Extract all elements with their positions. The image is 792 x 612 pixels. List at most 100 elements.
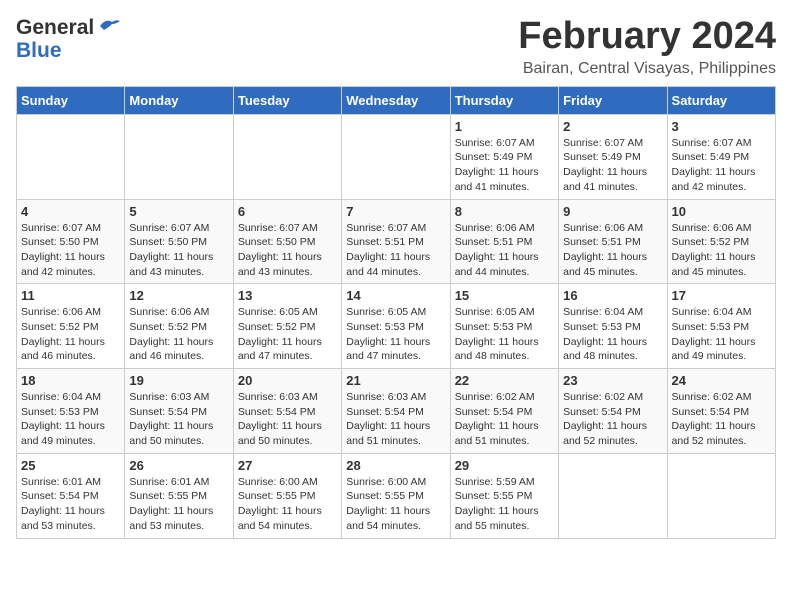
day-number: 12: [129, 288, 228, 303]
table-row: 18 Sunrise: 6:04 AM Sunset: 5:53 PM Dayli…: [17, 369, 125, 454]
day-info: Sunrise: 6:05 AM Sunset: 5:53 PM Dayligh…: [346, 305, 445, 364]
day-info: Sunrise: 6:06 AM Sunset: 5:52 PM Dayligh…: [129, 305, 228, 364]
day-number: 16: [563, 288, 662, 303]
day-info: Sunrise: 6:05 AM Sunset: 5:52 PM Dayligh…: [238, 305, 337, 364]
day-number: 25: [21, 458, 120, 473]
table-row: 15 Sunrise: 6:05 AM Sunset: 5:53 PM Dayli…: [450, 284, 558, 369]
day-info: Sunrise: 6:01 AM Sunset: 5:54 PM Dayligh…: [21, 475, 120, 534]
month-title: February 2024: [518, 16, 776, 58]
calendar-table: Sunday Monday Tuesday Wednesday Thursday…: [16, 86, 776, 539]
table-row: 14 Sunrise: 6:05 AM Sunset: 5:53 PM Dayli…: [342, 284, 450, 369]
col-monday: Monday: [125, 86, 233, 114]
day-number: 14: [346, 288, 445, 303]
day-number: 3: [672, 119, 771, 134]
table-row: 1 Sunrise: 6:07 AM Sunset: 5:49 PM Daylig…: [450, 114, 558, 199]
table-row: [667, 453, 775, 538]
table-row: [559, 453, 667, 538]
day-number: 2: [563, 119, 662, 134]
table-row: [17, 114, 125, 199]
day-number: 8: [455, 204, 554, 219]
day-info: Sunrise: 6:07 AM Sunset: 5:50 PM Dayligh…: [21, 221, 120, 280]
day-number: 11: [21, 288, 120, 303]
day-number: 24: [672, 373, 771, 388]
table-row: 24 Sunrise: 6:02 AM Sunset: 5:54 PM Dayli…: [667, 369, 775, 454]
table-row: 5Sunrise: 6:07 AM Sunset: 5:50 PM Daylig…: [125, 199, 233, 284]
table-row: 27 Sunrise: 6:00 AM Sunset: 5:55 PM Dayli…: [233, 453, 341, 538]
day-info: Sunrise: 6:06 AM Sunset: 5:51 PM Dayligh…: [563, 221, 662, 280]
day-number: 1: [455, 119, 554, 134]
table-row: 21Sunrise: 6:03 AM Sunset: 5:54 PM Dayli…: [342, 369, 450, 454]
table-row: 11 Sunrise: 6:06 AM Sunset: 5:52 PM Dayli…: [17, 284, 125, 369]
table-row: 19 Sunrise: 6:03 AM Sunset: 5:54 PM Dayli…: [125, 369, 233, 454]
calendar-week-row: 11 Sunrise: 6:06 AM Sunset: 5:52 PM Dayli…: [17, 284, 776, 369]
day-number: 23: [563, 373, 662, 388]
day-info: Sunrise: 6:02 AM Sunset: 5:54 PM Dayligh…: [672, 390, 771, 449]
table-row: 10Sunrise: 6:06 AM Sunset: 5:52 PM Dayli…: [667, 199, 775, 284]
day-info: Sunrise: 6:07 AM Sunset: 5:49 PM Dayligh…: [672, 136, 771, 195]
day-number: 15: [455, 288, 554, 303]
day-info: Sunrise: 6:06 AM Sunset: 5:52 PM Dayligh…: [21, 305, 120, 364]
table-row: 29 Sunrise: 5:59 AM Sunset: 5:55 PM Dayli…: [450, 453, 558, 538]
calendar-week-row: 1 Sunrise: 6:07 AM Sunset: 5:49 PM Daylig…: [17, 114, 776, 199]
day-info: Sunrise: 6:06 AM Sunset: 5:51 PM Dayligh…: [455, 221, 554, 280]
col-wednesday: Wednesday: [342, 86, 450, 114]
page-header: General Blue February 2024 Bairan, Centr…: [16, 16, 776, 78]
day-info: Sunrise: 5:59 AM Sunset: 5:55 PM Dayligh…: [455, 475, 554, 534]
table-row: 16 Sunrise: 6:04 AM Sunset: 5:53 PM Dayli…: [559, 284, 667, 369]
day-number: 22: [455, 373, 554, 388]
day-info: Sunrise: 6:01 AM Sunset: 5:55 PM Dayligh…: [129, 475, 228, 534]
day-number: 29: [455, 458, 554, 473]
calendar-week-row: 25 Sunrise: 6:01 AM Sunset: 5:54 PM Dayli…: [17, 453, 776, 538]
day-info: Sunrise: 6:04 AM Sunset: 5:53 PM Dayligh…: [672, 305, 771, 364]
day-number: 7: [346, 204, 445, 219]
day-number: 20: [238, 373, 337, 388]
day-info: Sunrise: 6:07 AM Sunset: 5:49 PM Dayligh…: [563, 136, 662, 195]
day-number: 18: [21, 373, 120, 388]
day-number: 4: [21, 204, 120, 219]
table-row: 8 Sunrise: 6:06 AM Sunset: 5:51 PM Daylig…: [450, 199, 558, 284]
table-row: [233, 114, 341, 199]
table-row: 23Sunrise: 6:02 AM Sunset: 5:54 PM Dayli…: [559, 369, 667, 454]
day-number: 26: [129, 458, 228, 473]
day-info: Sunrise: 6:02 AM Sunset: 5:54 PM Dayligh…: [455, 390, 554, 449]
table-row: 6 Sunrise: 6:07 AM Sunset: 5:50 PM Daylig…: [233, 199, 341, 284]
day-info: Sunrise: 6:07 AM Sunset: 5:49 PM Dayligh…: [455, 136, 554, 195]
day-info: Sunrise: 6:03 AM Sunset: 5:54 PM Dayligh…: [129, 390, 228, 449]
table-row: 2 Sunrise: 6:07 AM Sunset: 5:49 PM Daylig…: [559, 114, 667, 199]
day-number: 9: [563, 204, 662, 219]
col-saturday: Saturday: [667, 86, 775, 114]
day-info: Sunrise: 6:07 AM Sunset: 5:51 PM Dayligh…: [346, 221, 445, 280]
table-row: 22 Sunrise: 6:02 AM Sunset: 5:54 PM Dayli…: [450, 369, 558, 454]
table-row: 28Sunrise: 6:00 AM Sunset: 5:55 PM Dayli…: [342, 453, 450, 538]
day-info: Sunrise: 6:04 AM Sunset: 5:53 PM Dayligh…: [563, 305, 662, 364]
day-info: Sunrise: 6:00 AM Sunset: 5:55 PM Dayligh…: [238, 475, 337, 534]
title-block: February 2024 Bairan, Central Visayas, P…: [518, 16, 776, 78]
day-info: Sunrise: 6:07 AM Sunset: 5:50 PM Dayligh…: [129, 221, 228, 280]
location-subtitle: Bairan, Central Visayas, Philippines: [518, 60, 776, 78]
calendar-week-row: 4 Sunrise: 6:07 AM Sunset: 5:50 PM Daylig…: [17, 199, 776, 284]
table-row: 7 Sunrise: 6:07 AM Sunset: 5:51 PM Daylig…: [342, 199, 450, 284]
table-row: 3 Sunrise: 6:07 AM Sunset: 5:49 PM Daylig…: [667, 114, 775, 199]
day-number: 27: [238, 458, 337, 473]
day-number: 6: [238, 204, 337, 219]
table-row: 12 Sunrise: 6:06 AM Sunset: 5:52 PM Dayli…: [125, 284, 233, 369]
day-number: 17: [672, 288, 771, 303]
table-row: 20Sunrise: 6:03 AM Sunset: 5:54 PM Dayli…: [233, 369, 341, 454]
col-tuesday: Tuesday: [233, 86, 341, 114]
logo-general-text: General: [16, 16, 94, 39]
col-thursday: Thursday: [450, 86, 558, 114]
table-row: 17 Sunrise: 6:04 AM Sunset: 5:53 PM Dayli…: [667, 284, 775, 369]
day-info: Sunrise: 6:07 AM Sunset: 5:50 PM Dayligh…: [238, 221, 337, 280]
day-number: 13: [238, 288, 337, 303]
day-info: Sunrise: 6:04 AM Sunset: 5:53 PM Dayligh…: [21, 390, 120, 449]
col-friday: Friday: [559, 86, 667, 114]
table-row: 13 Sunrise: 6:05 AM Sunset: 5:52 PM Dayli…: [233, 284, 341, 369]
table-row: 9 Sunrise: 6:06 AM Sunset: 5:51 PM Daylig…: [559, 199, 667, 284]
day-info: Sunrise: 6:06 AM Sunset: 5:52 PM Dayligh…: [672, 221, 771, 280]
table-row: 4 Sunrise: 6:07 AM Sunset: 5:50 PM Daylig…: [17, 199, 125, 284]
day-info: Sunrise: 6:05 AM Sunset: 5:53 PM Dayligh…: [455, 305, 554, 364]
table-row: 26 Sunrise: 6:01 AM Sunset: 5:55 PM Dayli…: [125, 453, 233, 538]
table-row: [342, 114, 450, 199]
day-number: 19: [129, 373, 228, 388]
day-info: Sunrise: 6:00 AM Sunset: 5:55 PM Dayligh…: [346, 475, 445, 534]
